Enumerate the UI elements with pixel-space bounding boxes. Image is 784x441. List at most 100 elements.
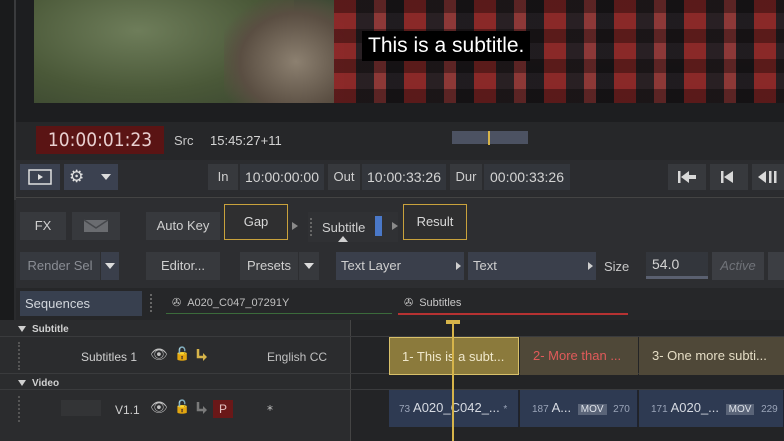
- clip-lead-frame: 73: [399, 404, 411, 415]
- caret-right-icon: [588, 262, 593, 270]
- track-color-swatch[interactable]: [61, 400, 101, 416]
- collapse-triangle-icon[interactable]: [18, 380, 26, 386]
- track-patch-arrow-icon[interactable]: [196, 348, 208, 362]
- timeline-playhead[interactable]: [452, 320, 454, 441]
- eye-icon[interactable]: 👁: [150, 347, 168, 363]
- subtitles-tab-label: Subtitles: [419, 297, 462, 309]
- background-arm: [224, 0, 344, 103]
- source-underline: [166, 313, 392, 314]
- video-clip-2[interactable]: 187 A... MOV 270: [520, 390, 638, 427]
- drag-handle-icon[interactable]: [18, 396, 26, 422]
- priority-flag[interactable]: P: [213, 400, 233, 418]
- go-to-start-button[interactable]: [668, 164, 706, 190]
- go-to-start-icon: [678, 171, 696, 183]
- in-timecode-field[interactable]: 10:00:00:00: [240, 164, 324, 190]
- scrub-playhead[interactable]: [488, 131, 490, 145]
- track-header-divider: [350, 320, 351, 441]
- subtitle-clip-3[interactable]: 3- One more subti...: [639, 337, 784, 375]
- subtitles-underline: [398, 313, 628, 315]
- clip-lead-frame: 171: [651, 404, 668, 415]
- playhead-cap[interactable]: [446, 320, 460, 324]
- gear-icon: ⚙: [69, 167, 85, 186]
- subtitle-overlay[interactable]: This is a subtitle.: [362, 31, 531, 61]
- clip-tail: *: [503, 404, 508, 415]
- step-back-icon: [721, 171, 733, 183]
- out-timecode-field[interactable]: 10:00:33:26: [362, 164, 446, 190]
- play-reverse-button[interactable]: [752, 164, 784, 190]
- subtitles-tab[interactable]: ✇ Subtitles: [404, 296, 461, 309]
- film-reel-icon: ✇: [404, 297, 414, 309]
- viewer-mode-button[interactable]: [20, 164, 60, 190]
- master-timecode[interactable]: 10:00:01:23: [36, 126, 164, 154]
- clip-tail: 229: [761, 404, 778, 415]
- gap-node[interactable]: Gap: [224, 204, 288, 240]
- size-label: Size: [604, 259, 630, 274]
- caret-up-icon: [338, 236, 348, 242]
- clip-lead-frame: 187: [532, 404, 549, 415]
- previous-frame-button[interactable]: [710, 164, 748, 190]
- subtitles-track-language: English CC: [267, 350, 328, 364]
- lock-icon[interactable]: 🔓: [174, 347, 190, 362]
- subtitle-clip-2[interactable]: 2- More than ...: [520, 337, 638, 375]
- drag-handle-icon[interactable]: [18, 342, 26, 370]
- sequences-tab[interactable]: Sequences: [20, 291, 142, 316]
- chevron-down-icon: [304, 263, 314, 269]
- mov-badge: MOV: [725, 404, 755, 415]
- text-label: Text: [473, 258, 497, 273]
- src-label: Src: [174, 133, 194, 148]
- video-clip-3[interactable]: 171 A020_... MOV 229: [639, 390, 784, 427]
- out-label: Out: [328, 164, 360, 190]
- result-node[interactable]: Result: [403, 204, 467, 240]
- subtitles-track-name[interactable]: Subtitles 1: [81, 350, 137, 364]
- drag-handle-icon[interactable]: [150, 294, 158, 312]
- settings-menu-button[interactable]: ⚙: [64, 164, 118, 190]
- clip-name: A...: [551, 400, 572, 415]
- effects-bar: [16, 198, 784, 246]
- collapse-triangle-icon[interactable]: [18, 326, 26, 332]
- arrow-right-icon: [292, 222, 298, 230]
- text-dropdown[interactable]: Text: [468, 252, 596, 280]
- envelope-icon: [83, 219, 109, 232]
- clip-source-tab[interactable]: ✇ A020_C047_07291Y: [172, 296, 289, 309]
- chevron-down-icon: [101, 174, 111, 180]
- eye-icon[interactable]: 👁: [150, 400, 168, 416]
- clip-tail: 270: [613, 404, 630, 415]
- mask-button[interactable]: [72, 212, 120, 240]
- caret-right-icon: [456, 262, 461, 270]
- presets-button[interactable]: Presets: [240, 252, 298, 280]
- track-patch-arrow-icon[interactable]: [196, 401, 208, 415]
- subtitle-clip-1[interactable]: 1- This is a subt...: [389, 337, 519, 375]
- clip-source-name: A020_C047_07291Y: [187, 297, 290, 309]
- editor-button[interactable]: Editor...: [146, 252, 220, 280]
- clip-name: A020_...: [670, 400, 720, 415]
- clip-name: A020_C042_...: [413, 400, 500, 415]
- render-sel-button[interactable]: Render Sel: [20, 252, 100, 280]
- node-indicator: [375, 216, 382, 236]
- scrub-bar[interactable]: [452, 131, 528, 144]
- video-track-extra: *: [267, 403, 273, 417]
- text-layer-dropdown[interactable]: Text Layer: [336, 252, 464, 280]
- size-slider-track[interactable]: [646, 276, 708, 279]
- play-reverse-icon: [758, 171, 777, 183]
- video-clip-1[interactable]: 73 A020_C042_... *: [389, 390, 519, 427]
- film-reel-icon: ✇: [172, 297, 182, 309]
- subtitle-node-label: Subtitle: [322, 220, 366, 235]
- active-button[interactable]: Active: [712, 252, 764, 280]
- fx-button[interactable]: FX: [20, 212, 66, 240]
- active-toggle[interactable]: [768, 252, 784, 280]
- presets-dropdown[interactable]: [299, 252, 319, 280]
- video-track-name[interactable]: V1.1: [115, 403, 140, 417]
- chevron-down-icon: [105, 263, 115, 269]
- drag-handle-icon: [310, 218, 318, 236]
- dur-timecode-field[interactable]: 00:00:33:26: [484, 164, 570, 190]
- subtitle-section-label: Subtitle: [32, 324, 69, 335]
- render-sel-dropdown[interactable]: [101, 252, 119, 280]
- src-timecode: 15:45:27+11: [210, 133, 282, 148]
- text-layer-label: Text Layer: [341, 258, 401, 273]
- lock-icon[interactable]: 🔓: [174, 400, 190, 415]
- auto-key-button[interactable]: Auto Key: [146, 212, 220, 240]
- mov-badge: MOV: [577, 404, 607, 415]
- size-field[interactable]: 54.0: [646, 252, 708, 278]
- subtitle-node[interactable]: Subtitle: [308, 212, 398, 242]
- arrow-right-icon-2: [392, 222, 398, 230]
